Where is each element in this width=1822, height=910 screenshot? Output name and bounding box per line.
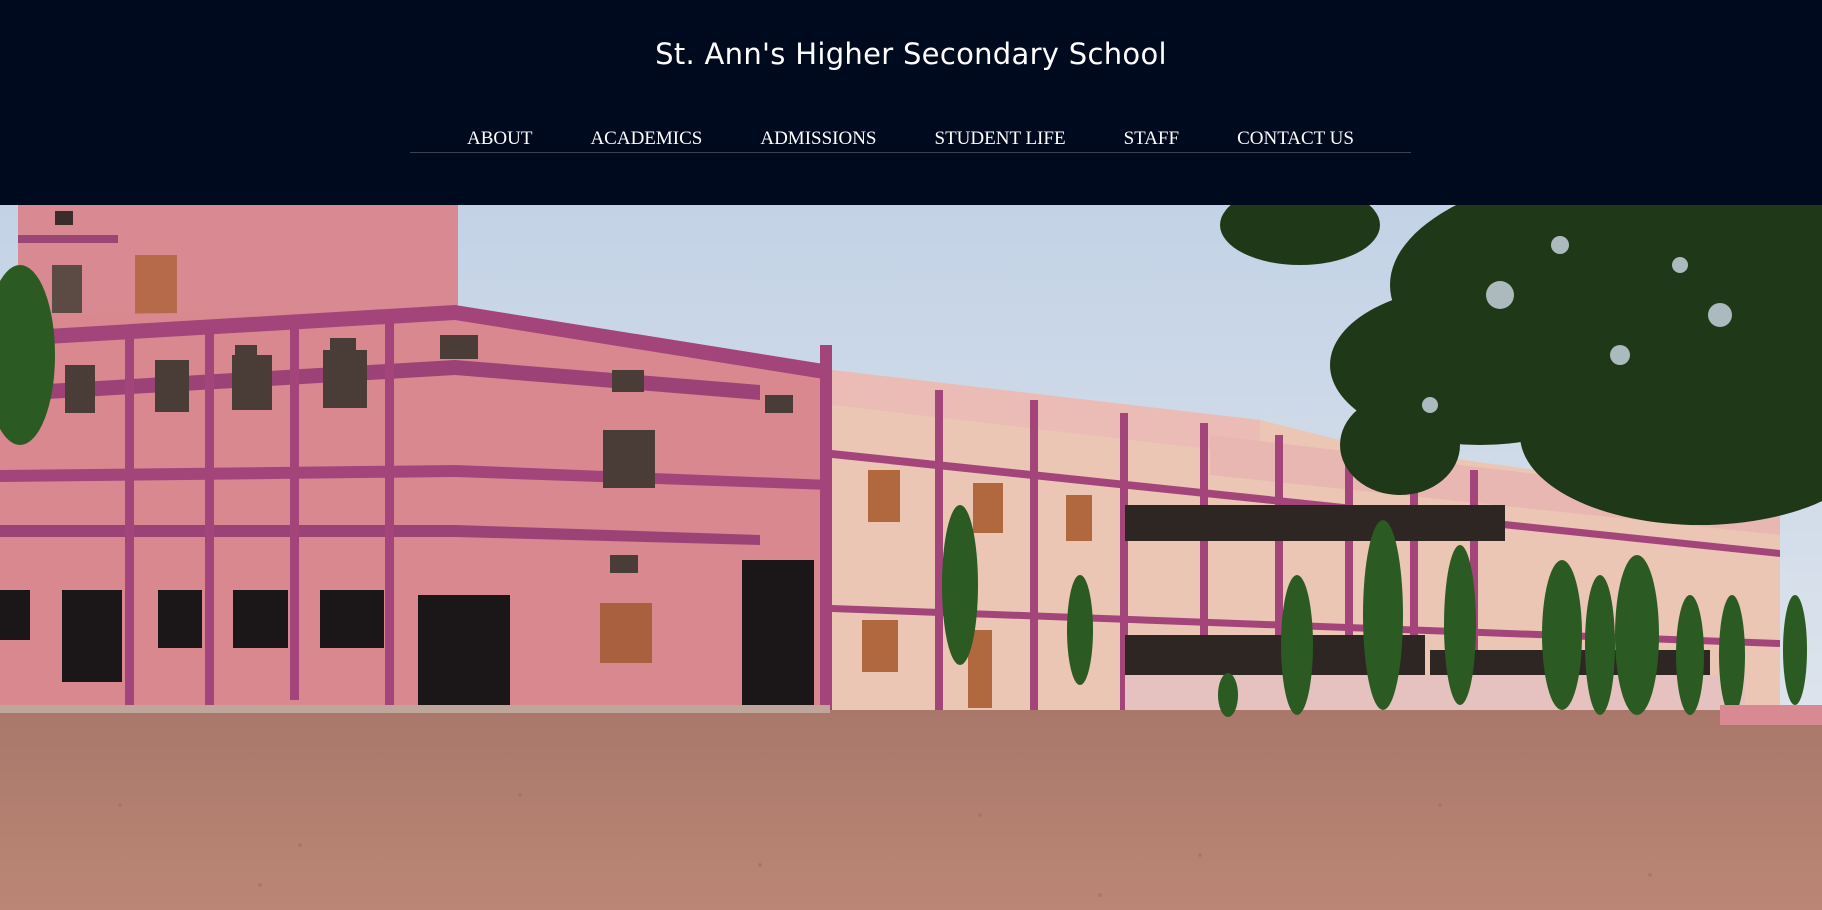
nav-student-life[interactable]: STUDENT LIFE xyxy=(906,126,1095,152)
nav-staff[interactable]: STAFF xyxy=(1095,126,1209,152)
nav-contact-us[interactable]: CONTACT US xyxy=(1208,126,1383,152)
school-building-photo xyxy=(0,205,1822,910)
nav-academics[interactable]: ACADEMICS xyxy=(561,126,731,152)
nav-admissions[interactable]: ADMISSIONS xyxy=(731,126,905,152)
nav-about[interactable]: ABOUT xyxy=(438,126,561,152)
site-title[interactable]: St. Ann's Higher Secondary School xyxy=(0,34,1822,74)
hero-image xyxy=(0,205,1822,910)
site-header: St. Ann's Higher Secondary School ABOUT … xyxy=(0,0,1822,205)
main-nav: ABOUT ACADEMICS ADMISSIONS STUDENT LIFE … xyxy=(410,126,1411,153)
